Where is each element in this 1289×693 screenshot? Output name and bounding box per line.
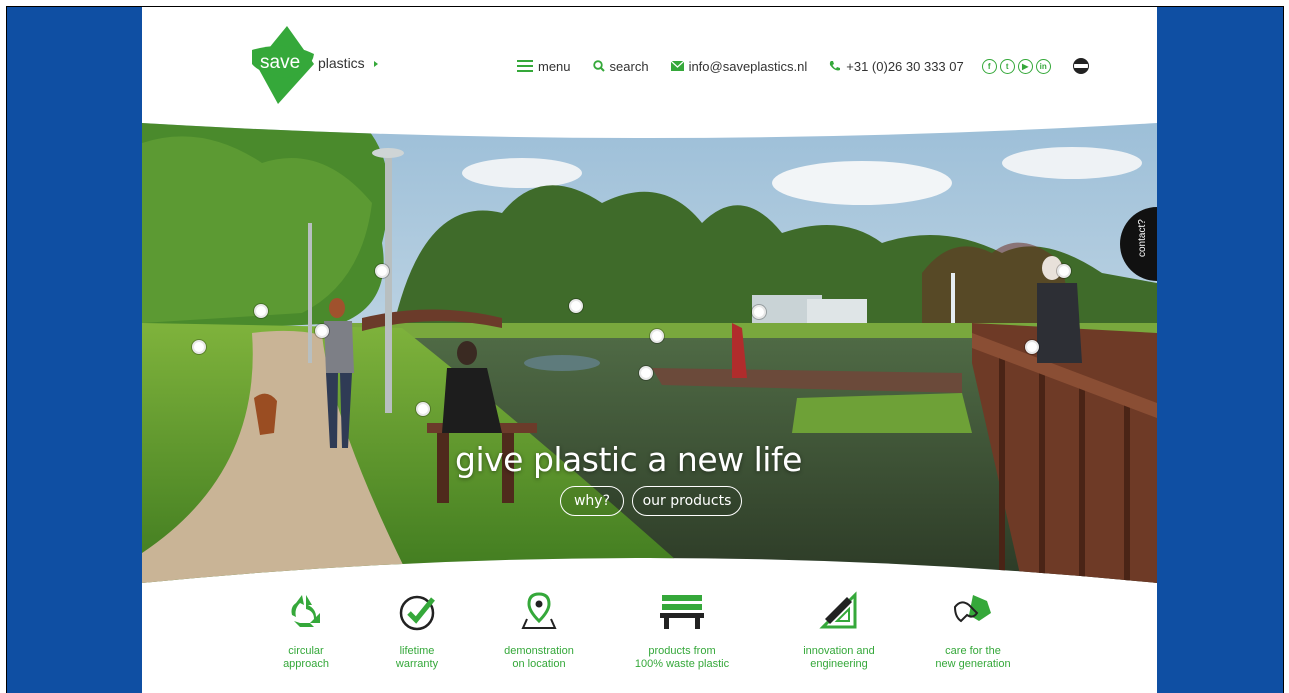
hotspot-lamppost[interactable] <box>375 264 389 278</box>
site-logo[interactable]: save plastics <box>250 24 400 106</box>
youtube-icon[interactable]: ▶ <box>1017 58 1033 74</box>
feature-label: products from 100% waste plastic <box>634 645 730 670</box>
phone-icon <box>830 61 841 71</box>
feature-waste-plastic-products[interactable]: products from 100% waste plastic <box>612 589 752 671</box>
hotspot-trash[interactable] <box>192 340 206 354</box>
browser-viewport: save plastics menu search info@saveplast… <box>6 6 1284 693</box>
bench-icon <box>660 595 704 629</box>
hotspot-signboard[interactable] <box>569 299 583 313</box>
logo-plastics-text: plastics <box>318 55 365 71</box>
email-link[interactable]: info@saveplastics.nl <box>670 58 808 74</box>
search-label: search <box>609 58 649 74</box>
feature-label: lifetime warranty <box>395 645 439 670</box>
hero-tagline: give plastic a new life <box>455 440 802 479</box>
contact-tab-label: contact? <box>1137 219 1148 257</box>
feature-label: innovation and engineering <box>803 645 875 670</box>
mail-icon <box>670 61 684 71</box>
logo-save-text: save <box>260 52 300 73</box>
hotspot-bin[interactable] <box>254 304 268 318</box>
search-icon <box>592 60 605 72</box>
menu-button[interactable]: menu <box>517 59 571 74</box>
feature-innovation-engineering[interactable]: innovation and engineering <box>769 589 909 671</box>
why-button[interactable]: why? <box>560 486 624 516</box>
linkedin-icon[interactable]: in <box>1035 58 1051 74</box>
search-button[interactable]: search <box>592 58 649 74</box>
facebook-icon[interactable]: f <box>981 58 997 74</box>
hotspot-house[interactable] <box>752 305 766 319</box>
feature-new-generation[interactable]: care for the new generation <box>903 589 1043 671</box>
recycle-icon <box>291 595 320 627</box>
twitter-icon[interactable]: t <box>999 58 1015 74</box>
hotspot-walker[interactable] <box>315 324 329 338</box>
menu-label: menu <box>538 58 571 74</box>
feature-label: care for the new generation <box>935 645 1011 670</box>
hotspot-jetty[interactable] <box>650 329 664 343</box>
hotspot-bench[interactable] <box>416 402 430 416</box>
dutch-flag-icon[interactable] <box>1072 58 1089 74</box>
helping-hands-icon <box>953 595 991 623</box>
ruler-triangle-icon <box>819 591 857 629</box>
page: save plastics menu search info@saveplast… <box>142 7 1157 693</box>
top-nav: menu search info@saveplastics.nl +31 (0)… <box>517 56 1089 76</box>
feature-label: demonstration on location <box>504 645 574 670</box>
check-badge-icon <box>399 595 435 631</box>
social-links: f t ▶ in <box>981 58 1051 74</box>
feature-lifetime-warranty[interactable]: lifetime warranty <box>347 589 487 671</box>
email-address: info@saveplastics.nl <box>688 58 808 74</box>
feature-strip: circular approach lifetime warranty demo… <box>142 587 1157 687</box>
feature-demonstration[interactable]: demonstration on location <box>469 589 609 671</box>
hamburger-icon <box>517 60 533 72</box>
location-pin-icon <box>521 592 557 629</box>
hotspot-bridge[interactable] <box>1025 340 1039 354</box>
our-products-button[interactable]: our products <box>632 486 742 516</box>
phone-link[interactable]: +31 (0)26 30 333 07 <box>829 58 964 74</box>
phone-number: +31 (0)26 30 333 07 <box>846 58 964 74</box>
hotspot-fisherman[interactable] <box>1057 264 1071 278</box>
hotspot-dock[interactable] <box>639 366 653 380</box>
